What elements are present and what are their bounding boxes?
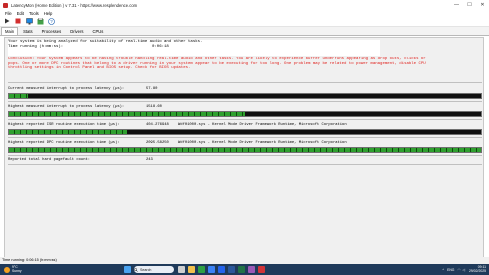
edge-icon[interactable] xyxy=(198,266,205,273)
search-placeholder: Search xyxy=(140,267,152,272)
tab-main[interactable]: Main xyxy=(1,27,19,35)
window-title: LatencyMon (Home Edition ) v 7.31 - http… xyxy=(11,2,138,8)
tab-stats[interactable]: Stats xyxy=(19,28,37,35)
dpc-bar-fill xyxy=(9,148,481,152)
latency-bar-fill xyxy=(9,112,245,116)
system-tray: ^ ENG ◠ ◁ 09:11 29/02/2025 xyxy=(442,265,486,274)
status-bar: Time running: 0:06:15 (h:mm:ss) xyxy=(0,257,489,264)
wifi-icon[interactable]: ◠ xyxy=(457,268,460,272)
speaker-icon[interactable]: ◁ xyxy=(462,268,465,272)
divider xyxy=(8,101,482,102)
menu-edit[interactable]: Edit xyxy=(17,11,24,16)
word-icon[interactable] xyxy=(228,266,235,273)
start-icon[interactable] xyxy=(124,266,131,273)
export-icon[interactable] xyxy=(36,17,44,25)
divider xyxy=(8,119,482,120)
language-indicator[interactable]: ENG xyxy=(447,268,454,272)
search-box[interactable]: Search xyxy=(134,266,174,273)
metric-driver: Wdf01000.sys - Kernel Mode Driver Framew… xyxy=(178,141,347,145)
isr-bar-fill xyxy=(9,130,127,134)
window-controls: — ☐ ✕ xyxy=(450,0,489,10)
close-button[interactable]: ✕ xyxy=(476,0,489,10)
tab-cpus[interactable]: CPUs xyxy=(88,28,107,35)
metric-label: Reported total hard pagefault count: xyxy=(8,158,91,162)
metric-label: Highest measured interrupt to process la… xyxy=(8,105,125,109)
metric-label: Highest reported ISR routine execution t… xyxy=(8,123,120,127)
weather-desc: Sunny xyxy=(12,268,22,273)
metric-value: 57.80 xyxy=(146,87,158,91)
monitor-icon[interactable] xyxy=(25,17,33,25)
clock-date: 29/02/2025 xyxy=(469,268,486,273)
metric-value: 1518.60 xyxy=(146,105,162,109)
taskbar-apps: Search xyxy=(124,265,268,274)
isr-bar xyxy=(8,129,482,135)
clock[interactable]: 09:11 29/02/2025 xyxy=(469,265,486,274)
divider xyxy=(8,164,482,165)
stop-icon[interactable] xyxy=(14,17,22,25)
photos-icon[interactable] xyxy=(248,266,255,273)
time-running-value: 0:06:18 xyxy=(152,45,169,49)
play-icon[interactable] xyxy=(3,17,11,25)
metric-value: 404.276948 xyxy=(146,123,169,127)
metric-label: Current measured interrupt to process la… xyxy=(8,87,125,91)
taskbar: 9°C Sunny Search ^ ENG ◠ ◁ 09:11 29/02/2… xyxy=(0,264,489,275)
metric-label: Highest reported DPC routine execution t… xyxy=(8,141,120,145)
weather-widget[interactable]: 9°C Sunny xyxy=(4,265,22,273)
tab-processes[interactable]: Processes xyxy=(38,28,66,35)
main-panel: Your system is being analyzed for suitab… xyxy=(4,37,484,269)
latency-bar-fill xyxy=(9,94,28,98)
divider xyxy=(8,82,482,83)
tab-drivers[interactable]: Drivers xyxy=(66,28,87,35)
time-running-label: Time running (h:mm:ss): xyxy=(8,45,64,49)
taskview-icon[interactable] xyxy=(178,266,185,273)
minimize-button[interactable]: — xyxy=(450,0,463,10)
title-bar: LatencyMon (Home Edition ) v 7.31 - http… xyxy=(0,0,489,10)
app-icon xyxy=(3,2,8,8)
metric-driver: Wdf01000.sys - Kernel Mode Driver Framew… xyxy=(178,123,347,127)
store-icon[interactable] xyxy=(208,266,215,273)
latencymon-icon[interactable] xyxy=(258,266,265,273)
folder-icon[interactable] xyxy=(188,266,195,273)
metric-value: 2095.58250 xyxy=(146,141,169,145)
menu-tools[interactable]: Tools xyxy=(29,11,39,16)
latency-bar xyxy=(8,111,482,117)
menu-help[interactable]: Help xyxy=(44,11,53,16)
mail-icon[interactable] xyxy=(218,266,225,273)
status-box: Your system is being analyzed for suitab… xyxy=(8,40,380,56)
sun-icon xyxy=(4,266,10,273)
toolbar: ? xyxy=(0,16,489,27)
help-icon[interactable]: ? xyxy=(47,17,55,25)
conclusion-text: Conclusion: Your system appears to be ha… xyxy=(8,57,426,70)
excel-icon[interactable] xyxy=(238,266,245,273)
divider xyxy=(8,137,482,138)
search-icon xyxy=(134,267,138,272)
divider xyxy=(8,155,482,156)
maximize-button[interactable]: ☐ xyxy=(463,0,476,10)
dpc-bar xyxy=(8,147,482,153)
menu-file[interactable]: File xyxy=(5,11,12,16)
tab-bar: Main Stats Processes Drivers CPUs xyxy=(0,27,489,36)
latency-bar xyxy=(8,93,482,99)
chevron-up-icon[interactable]: ^ xyxy=(442,268,444,272)
metric-value: 243 xyxy=(146,158,153,162)
